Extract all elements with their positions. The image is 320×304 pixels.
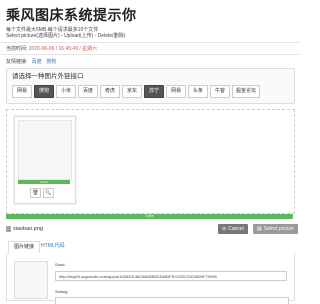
divider [0, 42, 300, 43]
tab-html-code[interactable]: HTML代码 [36, 241, 70, 252]
divider [0, 54, 300, 55]
friend-link-baidu[interactable]: 百度 [32, 59, 42, 65]
host-option[interactable]: 京东 [122, 85, 142, 98]
host-picker-title: 请选择一种图片外链接口 [12, 73, 84, 80]
folder-icon: ▤ [257, 226, 262, 232]
friend-links: 友情链接: 百度 搜狗 [6, 59, 56, 65]
preview-image [18, 120, 72, 180]
host-option[interactable]: 牛客 [210, 85, 230, 98]
host-option[interactable]: 搜狗 [34, 85, 54, 98]
second-url-label: Sulong [55, 289, 68, 294]
host-option[interactable]: 掘金论坛 [232, 85, 261, 98]
host-option[interactable]: 奇虎 [100, 85, 120, 98]
file-icon [6, 226, 11, 232]
page-title: 乘风图床系统提示你 [6, 7, 137, 23]
friend-link-sogou[interactable]: 搜狗 [46, 59, 56, 65]
host-option[interactable]: 网易 [166, 85, 186, 98]
cancel-label: Cancel [228, 226, 244, 232]
ban-icon: ⊘ [222, 226, 227, 232]
cancel-button[interactable]: ⊘ Cancel [218, 224, 248, 234]
preview-progress-text: Done [40, 180, 48, 184]
host-option[interactable]: 小米 [56, 85, 76, 98]
file-name: xiaobao.png [13, 226, 43, 232]
host-option[interactable]: 头条 [188, 85, 208, 98]
upload-progress-text: Done [145, 214, 154, 218]
zoom-icon[interactable]: 🔍 [43, 188, 54, 198]
time-label: 当前时间: [6, 46, 28, 52]
time-value: 2020-06-06 / 16:45:49 / 星期六 [28, 46, 98, 52]
host-option[interactable]: 苏宁 [144, 85, 164, 98]
friend-links-label: 友情链接: [6, 59, 28, 65]
preview-actions: 🗑 🔍 [30, 188, 54, 198]
trash-icon[interactable]: 🗑 [30, 188, 41, 198]
url-field[interactable]: http://img03.sogoucdn.com/app/a/10052014… [55, 271, 287, 281]
usage-note: Select picture(选择图片) - Upload(上传) - Dele… [6, 33, 126, 39]
host-option[interactable]: 网易 [12, 85, 32, 98]
current-time: 当前时间: 2020-06-06 / 16:45:49 / 星期六 [6, 46, 97, 52]
select-picture-button[interactable]: ▤ Select picture [253, 224, 299, 234]
host-picker-buttons: 网易 搜狗 小米 百度 奇虎 京东 苏宁 网易 头条 牛客 掘金论坛 [12, 85, 261, 98]
host-option[interactable]: 百度 [78, 85, 98, 98]
url-label: Sourl: [55, 262, 66, 267]
result-thumbnail [14, 261, 48, 299]
second-url-field[interactable] [55, 297, 289, 304]
select-label: Select picture [263, 226, 295, 232]
